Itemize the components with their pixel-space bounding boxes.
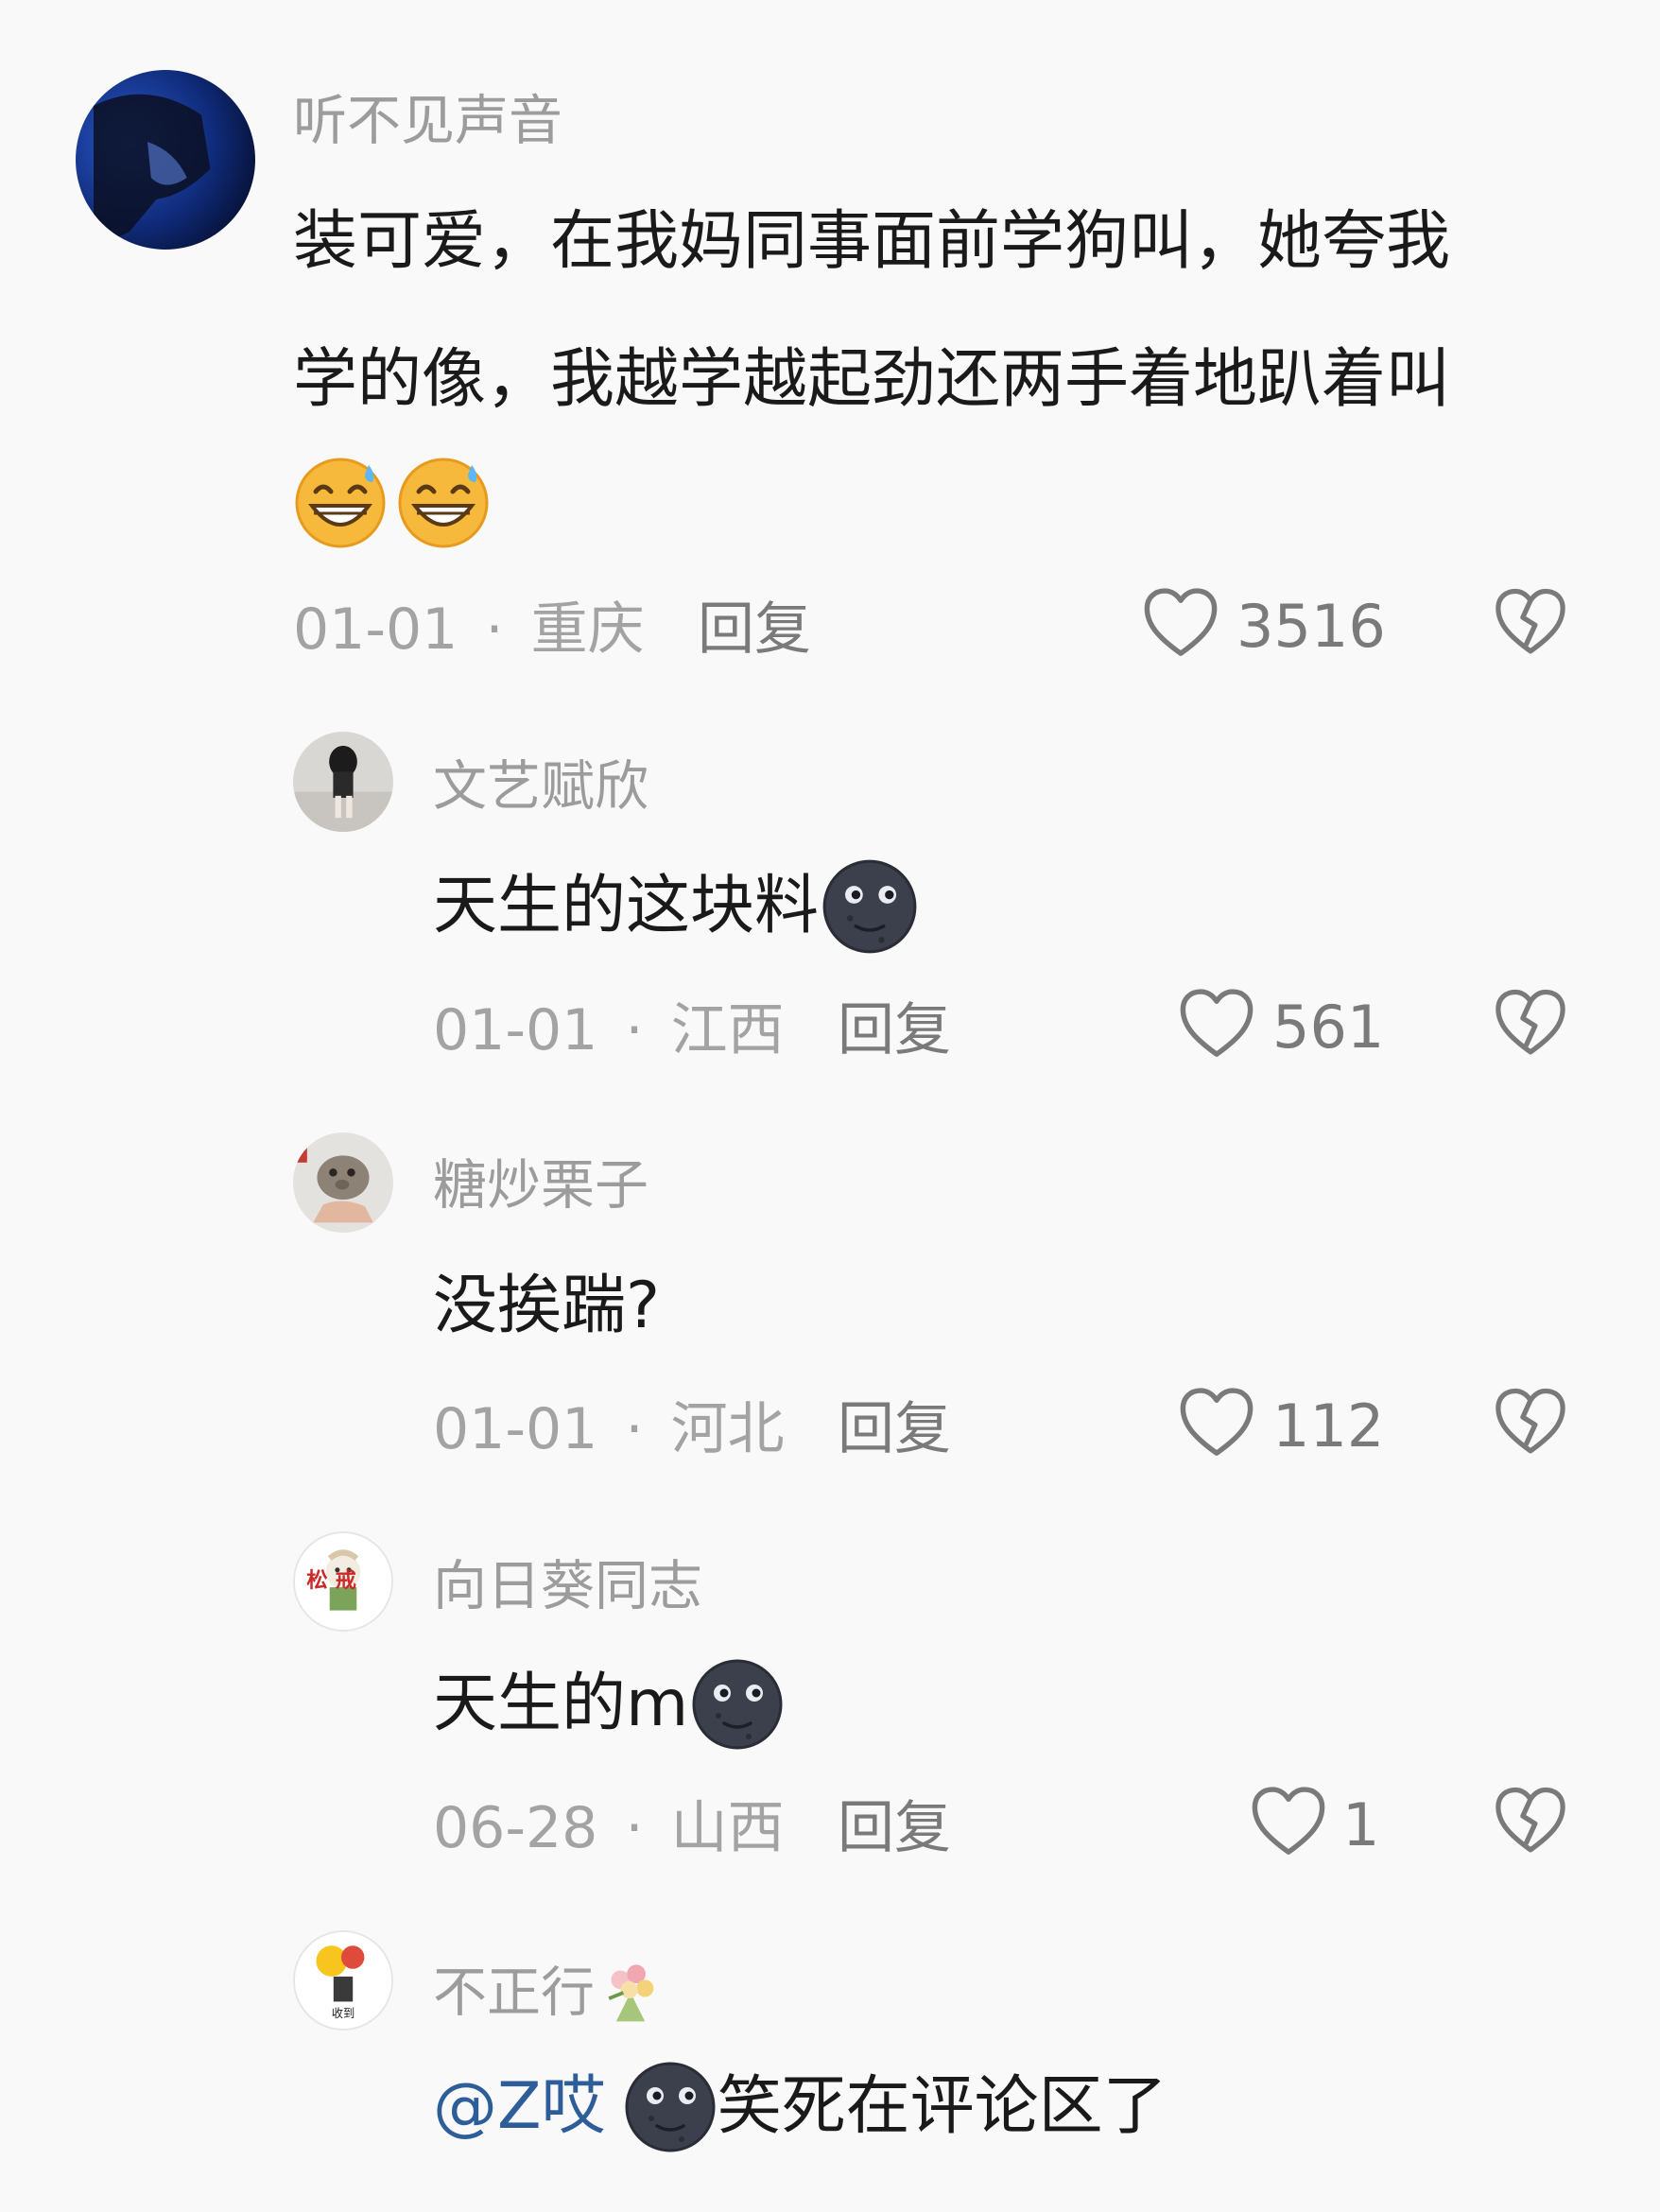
- meta-separator: ·: [625, 997, 644, 1063]
- new-moon-face-emoji: [821, 857, 919, 956]
- comment-text: 装可爱，在我妈同事面前学狗叫，她夸我 学的像，我越学越起劲还两手着地趴着叫: [293, 173, 1660, 449]
- avatar[interactable]: [293, 1132, 393, 1233]
- avatar-image: 松 戒: [295, 1533, 391, 1630]
- new-moon-face-emoji: [690, 1657, 785, 1752]
- username-text: 不正行: [433, 1961, 595, 2024]
- dislike-icon[interactable]: [1494, 987, 1567, 1059]
- comment-text-body: 笑死在评论区了: [717, 2069, 1167, 2144]
- comment-date: 01-01: [433, 997, 598, 1063]
- like-icon[interactable]: [1178, 1386, 1255, 1460]
- like-count: 1: [1342, 1790, 1380, 1859]
- like-icon[interactable]: [1142, 586, 1219, 660]
- new-moon-face-emoji: [623, 2060, 718, 2154]
- comment-date: 06-28: [433, 1795, 598, 1861]
- comment-date: 01-01: [293, 596, 458, 663]
- comment-username[interactable]: 向日葵同志: [433, 1560, 702, 1614]
- mention-link[interactable]: @Z哎: [433, 2075, 606, 2139]
- like-icon[interactable]: [1178, 987, 1255, 1061]
- avatar[interactable]: [293, 732, 393, 832]
- like-count: 3516: [1236, 592, 1386, 661]
- comment-username[interactable]: 文艺赋欣: [433, 760, 648, 814]
- comment-meta: 01-01 · 河北: [433, 1401, 785, 1458]
- comment-text: @Z哎 笑死在评论区了: [433, 2055, 1167, 2159]
- like-icon[interactable]: [1250, 1785, 1327, 1858]
- avatar-text: 松 戒: [306, 1568, 356, 1593]
- like-count: 112: [1272, 1391, 1385, 1460]
- comment-meta: 06-28 · 山西: [433, 1800, 785, 1857]
- comment-username[interactable]: 听不见声音: [293, 95, 562, 148]
- avatar-image: 收到: [295, 1932, 391, 2029]
- grinning-sweat-emoji: [396, 454, 491, 548]
- avatar-image: [293, 732, 393, 832]
- avatar-image: [293, 1132, 393, 1233]
- meta-separator: ·: [485, 596, 504, 663]
- comment-location: 重庆: [530, 596, 645, 663]
- comment-text: 天生的这块料: [433, 855, 919, 959]
- dislike-icon[interactable]: [1494, 1785, 1567, 1857]
- meta-separator: ·: [625, 1396, 644, 1462]
- avatar[interactable]: [76, 70, 255, 250]
- grinning-sweat-emoji: [293, 454, 388, 548]
- comment-text: 没挨踹?: [433, 1269, 661, 1343]
- comment-text-line: 学的像，我越学越起劲还两手着地趴着叫: [293, 342, 1451, 417]
- reply-button[interactable]: 回复: [838, 1800, 951, 1857]
- reply-button[interactable]: 回复: [838, 1002, 951, 1059]
- comment-username[interactable]: 糖炒栗子: [433, 1159, 648, 1213]
- bouquet-emoji: [595, 1957, 666, 2029]
- avatar[interactable]: 松 戒: [293, 1531, 393, 1632]
- avatar-image: [76, 70, 255, 250]
- meta-separator: ·: [625, 1795, 644, 1861]
- comment-location: 江西: [670, 997, 785, 1063]
- comment-text-body: 天生的m: [433, 1667, 689, 1741]
- dislike-icon[interactable]: [1494, 1386, 1567, 1458]
- comment-emoji-row: [293, 454, 491, 554]
- comment-text: 天生的m: [433, 1652, 785, 1756]
- comment-meta: 01-01 · 重庆: [293, 601, 645, 658]
- comment-meta: 01-01 · 江西: [433, 1002, 785, 1059]
- comment-text-body: 天生的这块料: [433, 869, 820, 943]
- comment-username[interactable]: 不正行: [433, 1957, 666, 2029]
- avatar[interactable]: 收到: [293, 1930, 393, 2031]
- like-count: 561: [1272, 993, 1385, 1062]
- reply-button[interactable]: 回复: [698, 601, 811, 658]
- comment-date: 01-01: [433, 1396, 598, 1462]
- comment-text-line: 装可爱，在我妈同事面前学狗叫，她夸我: [293, 204, 1451, 279]
- dislike-icon[interactable]: [1494, 586, 1567, 658]
- avatar-text: 收到: [332, 2007, 354, 2020]
- reply-button[interactable]: 回复: [838, 1401, 951, 1458]
- comment-location: 山西: [670, 1795, 785, 1861]
- comment-location: 河北: [670, 1396, 785, 1462]
